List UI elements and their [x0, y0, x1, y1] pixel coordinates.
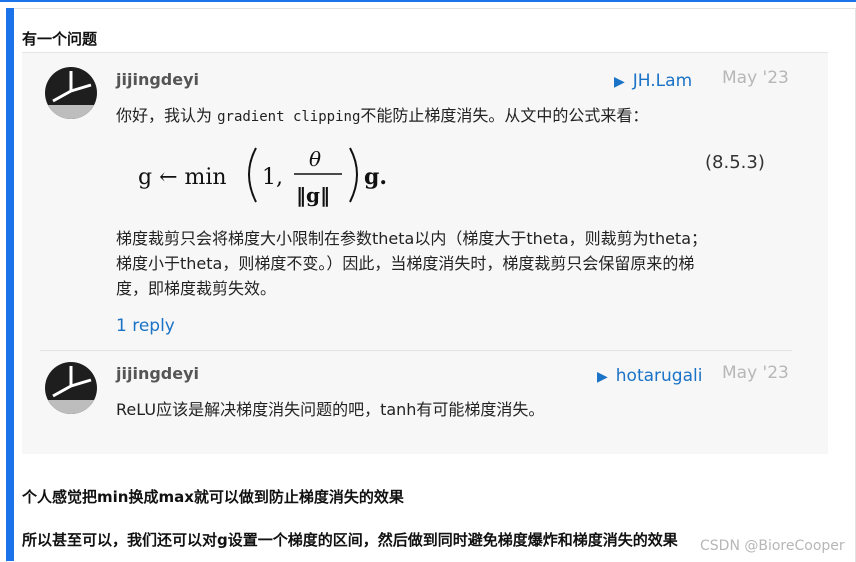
post2-reply-to-user: hotarugali [615, 366, 703, 386]
equation-number: (8.5.3) [705, 152, 765, 173]
avatar-icon[interactable] [45, 362, 97, 414]
post2-text: ReLU应该是解决梯度消失问题的吧，tanh有可能梯度消失。 [116, 400, 545, 419]
left-accent-bar [6, 8, 14, 561]
top-rule [0, 0, 856, 2]
heading: 有一个问题 [22, 30, 98, 48]
post1-intro-text: 你好，我认为 [116, 106, 218, 125]
watermark: CSDN @BioreCooper [700, 538, 845, 554]
avatar-icon[interactable] [45, 67, 97, 119]
paragraph-1: 个人感觉把min换成max就可以做到防止梯度消失的效果 [22, 488, 404, 506]
formula-one: 1, [262, 165, 283, 190]
post1-intro: 你好，我认为 gradient clipping不能防止梯度消失。从文中的公式来… [116, 103, 648, 130]
post1-para-line3: 度，即梯度裁剪失效。 [116, 279, 277, 298]
reply-arrow-icon: ▶ [614, 74, 625, 90]
post1-username[interactable]: jijingdeyi [116, 70, 199, 89]
post1-reply-to[interactable]: ▶ JH.Lam [614, 71, 692, 91]
quote-card-top-border [22, 52, 828, 53]
post-divider [40, 350, 792, 351]
post2-username[interactable]: jijingdeyi [116, 364, 199, 383]
post1-reply-to-user: JH.Lam [632, 71, 693, 91]
formula-rhs: g. [364, 164, 387, 190]
formula-numerator: θ [309, 147, 321, 171]
post1-intro-code: gradient clipping [217, 109, 361, 125]
paragraph-2: 所以甚至可以，我们还可以对g设置一个梯度的区间，然后做到同时避免梯度爆炸和梯度消… [22, 531, 678, 549]
replies-link[interactable]: 1 reply [116, 316, 175, 336]
gradient-clipping-formula: g ← min 1, θ ‖g‖ g. [138, 147, 387, 207]
post1-date[interactable]: May '23 [722, 68, 789, 88]
post2-date[interactable]: May '23 [722, 363, 789, 383]
formula-lhs: g ← min [138, 165, 227, 190]
post2-reply-to[interactable]: ▶ hotarugali [597, 366, 702, 386]
post1-para-line2: 梯度小于theta，则梯度不变。）因此，当梯度消失时，梯度裁剪只会保留原来的梯 [116, 254, 695, 273]
post1-paragraph: 梯度裁剪只会将梯度大小限制在参数theta以内（梯度大于theta，则裁剪为th… [116, 226, 707, 301]
post1-intro-text2: 不能防止梯度消失。从文中的公式来看： [360, 106, 649, 125]
reply-arrow-icon: ▶ [597, 369, 608, 385]
formula-denominator: ‖g‖ [296, 183, 330, 207]
post1-para-line1: 梯度裁剪只会将梯度大小限制在参数theta以内（梯度大于theta，则裁剪为th… [116, 229, 708, 248]
